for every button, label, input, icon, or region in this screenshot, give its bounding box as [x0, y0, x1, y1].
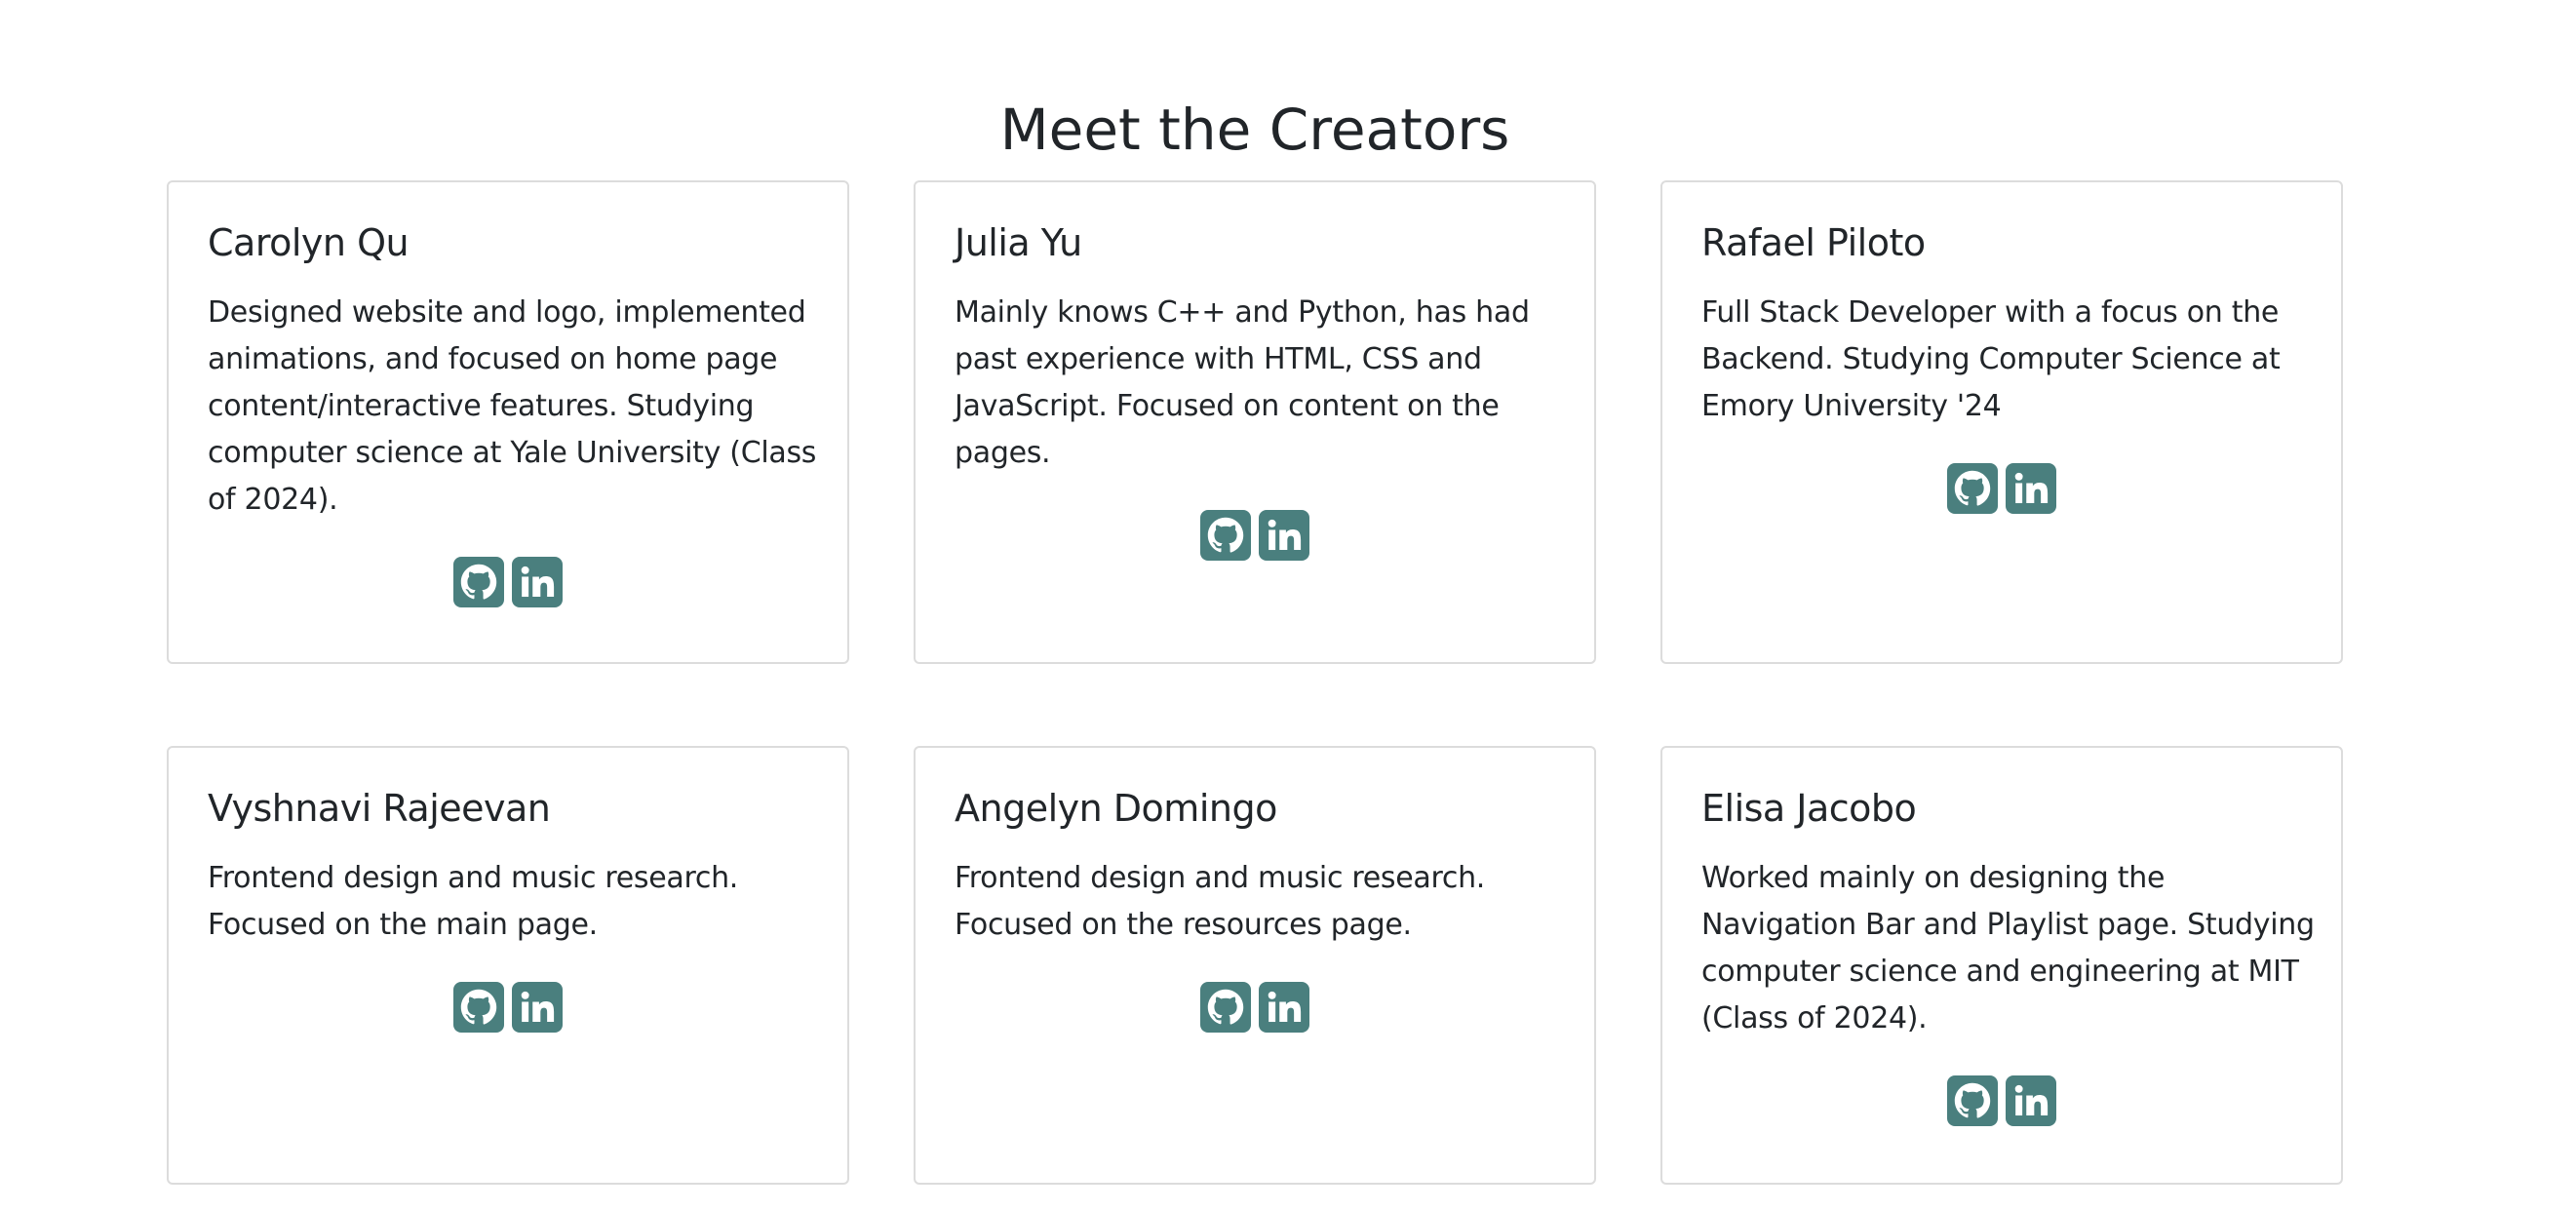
creator-name: Elisa Jacobo [1701, 787, 1917, 830]
creator-card-angelyn-domingo: Angelyn Domingo Frontend design and musi… [914, 746, 1596, 1185]
creator-name: Vyshnavi Rajeevan [208, 787, 551, 830]
page-title: Meet the Creators [999, 97, 1510, 163]
creator-name: Rafael Piloto [1701, 221, 1926, 264]
creator-description: Mainly knows C++ and Python, has had pas… [955, 295, 1530, 470]
social-links [208, 557, 808, 607]
creator-description: Full Stack Developer with a focus on the… [1701, 295, 2281, 423]
creator-card-julia-yu: Julia Yu Mainly knows C++ and Python, ha… [914, 180, 1596, 664]
creator-description: Designed website and logo, implemented a… [208, 295, 817, 517]
github-icon[interactable] [1200, 982, 1251, 1033]
linkedin-icon[interactable] [2006, 463, 2056, 514]
creator-card-vyshnavi-rajeevan: Vyshnavi Rajeevan Frontend design and mu… [167, 746, 849, 1185]
linkedin-icon[interactable] [1259, 510, 1309, 561]
linkedin-icon[interactable] [1259, 982, 1309, 1033]
github-icon[interactable] [453, 557, 504, 607]
github-icon[interactable] [1947, 1075, 1998, 1126]
linkedin-icon[interactable] [2006, 1075, 2056, 1126]
social-links [1701, 463, 2302, 514]
github-icon[interactable] [1200, 510, 1251, 561]
social-links [1701, 1075, 2302, 1126]
creator-description: Frontend design and music research. Focu… [955, 861, 1486, 942]
creator-name: Julia Yu [955, 221, 1082, 264]
social-links [955, 510, 1555, 561]
github-icon[interactable] [1947, 463, 1998, 514]
creator-card-carolyn-qu: Carolyn Qu Designed website and logo, im… [167, 180, 849, 664]
github-icon[interactable] [453, 982, 504, 1033]
creator-description: Frontend design and music research. Focu… [208, 861, 739, 942]
linkedin-icon[interactable] [512, 982, 563, 1033]
creator-card-elisa-jacobo: Elisa Jacobo Worked mainly on designing … [1660, 746, 2343, 1185]
creator-name: Carolyn Qu [208, 221, 410, 264]
creator-card-rafael-piloto: Rafael Piloto Full Stack Developer with … [1660, 180, 2343, 664]
social-links [208, 982, 808, 1033]
social-links [955, 982, 1555, 1033]
creator-description: Worked mainly on designing the Navigatio… [1701, 861, 2315, 1035]
creator-name: Angelyn Domingo [955, 787, 1277, 830]
linkedin-icon[interactable] [512, 557, 563, 607]
